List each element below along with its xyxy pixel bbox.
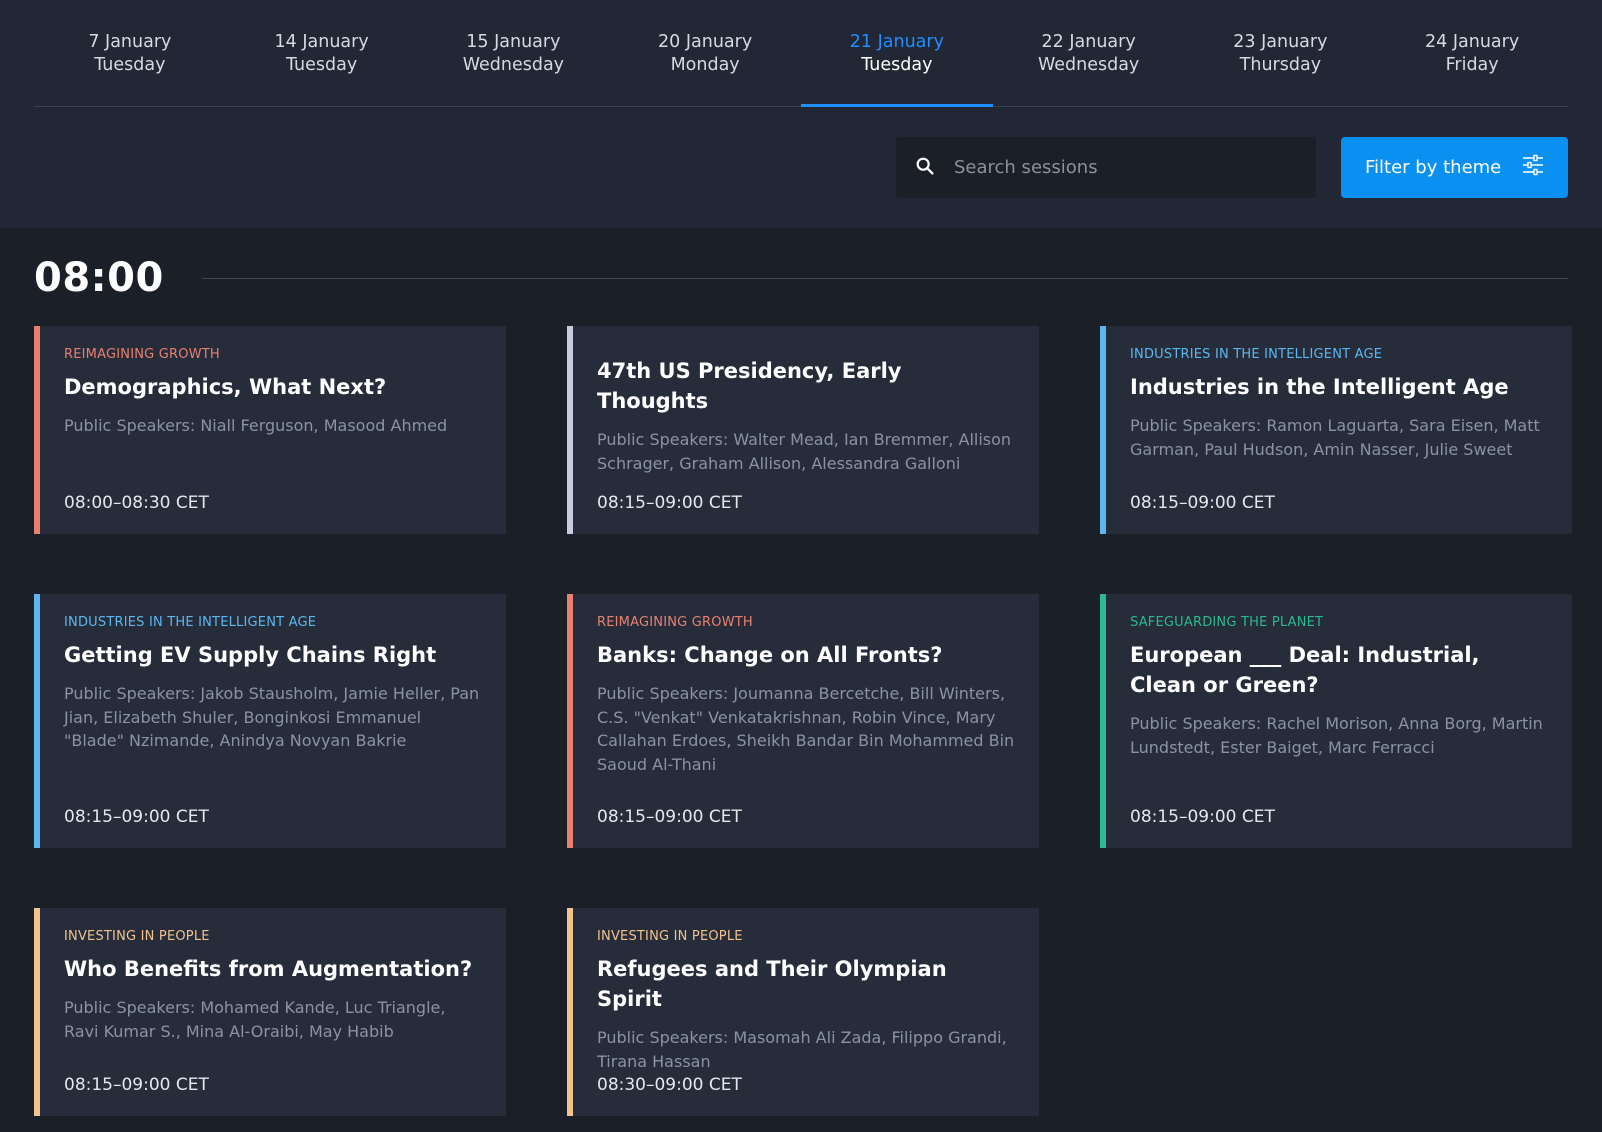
session-time: 08:15–09:00 CET <box>1130 493 1275 513</box>
tab-24-january[interactable]: 24 January Friday <box>1376 0 1568 106</box>
tab-date: 24 January <box>1425 32 1520 52</box>
session-time: 08:15–09:00 CET <box>64 1075 209 1095</box>
schedule: 08:00 REIMAGINING GROWTH Demographics, W… <box>0 228 1602 1116</box>
tab-date: 21 January <box>849 32 944 52</box>
time-slot-label: 08:00 <box>34 255 164 301</box>
tab-date: 23 January <box>1233 32 1328 52</box>
tab-14-january[interactable]: 14 January Tuesday <box>226 0 418 106</box>
row-spacer <box>1100 534 1572 594</box>
tab-weekday: Thursday <box>1239 55 1322 75</box>
row-spacer <box>567 848 1039 908</box>
tab-date: 14 January <box>274 32 369 52</box>
tab-22-january[interactable]: 22 January Wednesday <box>993 0 1185 106</box>
filter-by-theme-button[interactable]: Filter by theme <box>1341 137 1568 198</box>
header: 7 January Tuesday 14 January Tuesday 15 Ja… <box>0 0 1602 228</box>
session-theme: INDUSTRIES IN THE INTELLIGENT AGE <box>64 615 317 630</box>
tab-weekday: Tuesday <box>861 55 933 75</box>
session-card[interactable]: SAFEGUARDING THE PLANET European ___ Dea… <box>1100 594 1572 848</box>
session-speakers: Public Speakers: Niall Ferguson, Masood … <box>64 416 448 435</box>
session-title[interactable]: Demographics, What Next? <box>64 372 482 402</box>
session-card[interactable]: 47th US Presidency, Early Thoughts Publi… <box>567 326 1039 534</box>
session-title[interactable]: Refugees and Their Olympian Spirit <box>597 954 1015 1014</box>
session-speakers: Public Speakers: Walter Mead, Ian Bremme… <box>597 430 1012 473</box>
session-time: 08:00–08:30 CET <box>64 493 209 513</box>
session-time: 08:15–09:00 CET <box>597 493 742 513</box>
session-theme: INVESTING IN PEOPLE <box>597 929 743 944</box>
session-card[interactable]: INDUSTRIES IN THE INTELLIGENT AGE Gettin… <box>34 594 506 848</box>
tab-weekday: Tuesday <box>94 55 166 75</box>
session-title[interactable]: European ___ Deal: Industrial, Clean or … <box>1130 640 1548 700</box>
sliders-icon <box>1521 153 1545 182</box>
session-speakers: Public Speakers: Ramon Laguarta, Sara Ei… <box>1130 416 1540 459</box>
session-grid: REIMAGINING GROWTH Demographics, What Ne… <box>34 326 1572 1116</box>
tab-7-january[interactable]: 7 January Tuesday <box>34 0 226 106</box>
tab-15-january[interactable]: 15 January Wednesday <box>418 0 610 106</box>
session-card[interactable]: REIMAGINING GROWTH Demographics, What Ne… <box>34 326 506 534</box>
session-theme: INVESTING IN PEOPLE <box>64 929 210 944</box>
search-box[interactable] <box>896 137 1316 198</box>
tab-weekday: Wednesday <box>1037 55 1140 75</box>
search-input[interactable] <box>954 157 1284 178</box>
session-theme: REIMAGINING GROWTH <box>64 347 220 362</box>
tab-date: 22 January <box>1041 32 1136 52</box>
divider <box>201 277 1568 279</box>
tab-20-january[interactable]: 20 January Monday <box>609 0 801 106</box>
session-title[interactable]: Banks: Change on All Fronts? <box>597 640 1015 670</box>
tab-date: 20 January <box>658 32 753 52</box>
session-card[interactable]: INVESTING IN PEOPLE Who Benefits from Au… <box>34 908 506 1116</box>
session-title[interactable]: Getting EV Supply Chains Right <box>64 640 482 670</box>
toolbar: Filter by theme <box>896 137 1568 198</box>
tab-21-january[interactable]: 21 January Tuesday <box>801 0 993 107</box>
session-title[interactable]: 47th US Presidency, Early Thoughts <box>597 356 1015 416</box>
date-tabs: 7 January Tuesday 14 January Tuesday 15 Ja… <box>34 0 1568 107</box>
row-spacer <box>34 534 506 594</box>
time-slot-header: 08:00 <box>34 228 1568 326</box>
row-spacer <box>34 848 506 908</box>
session-speakers: Public Speakers: Joumanna Bercetche, Bil… <box>597 684 1015 774</box>
row-spacer <box>1100 848 1572 908</box>
session-speakers: Public Speakers: Mohamed Kande, Luc Tria… <box>64 998 446 1041</box>
tab-weekday: Friday <box>1445 55 1499 75</box>
session-time: 08:30–09:00 CET <box>597 1075 742 1095</box>
session-title[interactable]: Industries in the Intelligent Age <box>1130 372 1548 402</box>
session-card[interactable]: REIMAGINING GROWTH Banks: Change on All … <box>567 594 1039 848</box>
session-speakers: Public Speakers: Rachel Morison, Anna Bo… <box>1130 714 1543 757</box>
session-time: 08:15–09:00 CET <box>64 807 209 827</box>
session-speakers: Public Speakers: Masomah Ali Zada, Filip… <box>597 1028 1007 1071</box>
session-card[interactable]: INVESTING IN PEOPLE Refugees and Their O… <box>567 908 1039 1116</box>
tab-date: 7 January <box>88 32 172 52</box>
session-card[interactable]: INDUSTRIES IN THE INTELLIGENT AGE Indust… <box>1100 326 1572 534</box>
tab-weekday: Wednesday <box>462 55 565 75</box>
tab-weekday: Tuesday <box>286 55 358 75</box>
row-spacer <box>567 534 1039 594</box>
session-time: 08:15–09:00 CET <box>597 807 742 827</box>
session-time: 08:15–09:00 CET <box>1130 807 1275 827</box>
session-title[interactable]: Who Benefits from Augmentation? <box>64 954 482 984</box>
session-theme: REIMAGINING GROWTH <box>597 615 753 630</box>
session-theme: INDUSTRIES IN THE INTELLIGENT AGE <box>1130 347 1383 362</box>
search-icon <box>914 155 936 181</box>
session-speakers: Public Speakers: Jakob Stausholm, Jamie … <box>64 684 480 750</box>
tab-23-january[interactable]: 23 January Thursday <box>1185 0 1377 106</box>
session-theme: SAFEGUARDING THE PLANET <box>1130 615 1324 630</box>
filter-button-label: Filter by theme <box>1365 157 1502 178</box>
tab-weekday: Monday <box>670 55 740 75</box>
tab-date: 15 January <box>466 32 561 52</box>
